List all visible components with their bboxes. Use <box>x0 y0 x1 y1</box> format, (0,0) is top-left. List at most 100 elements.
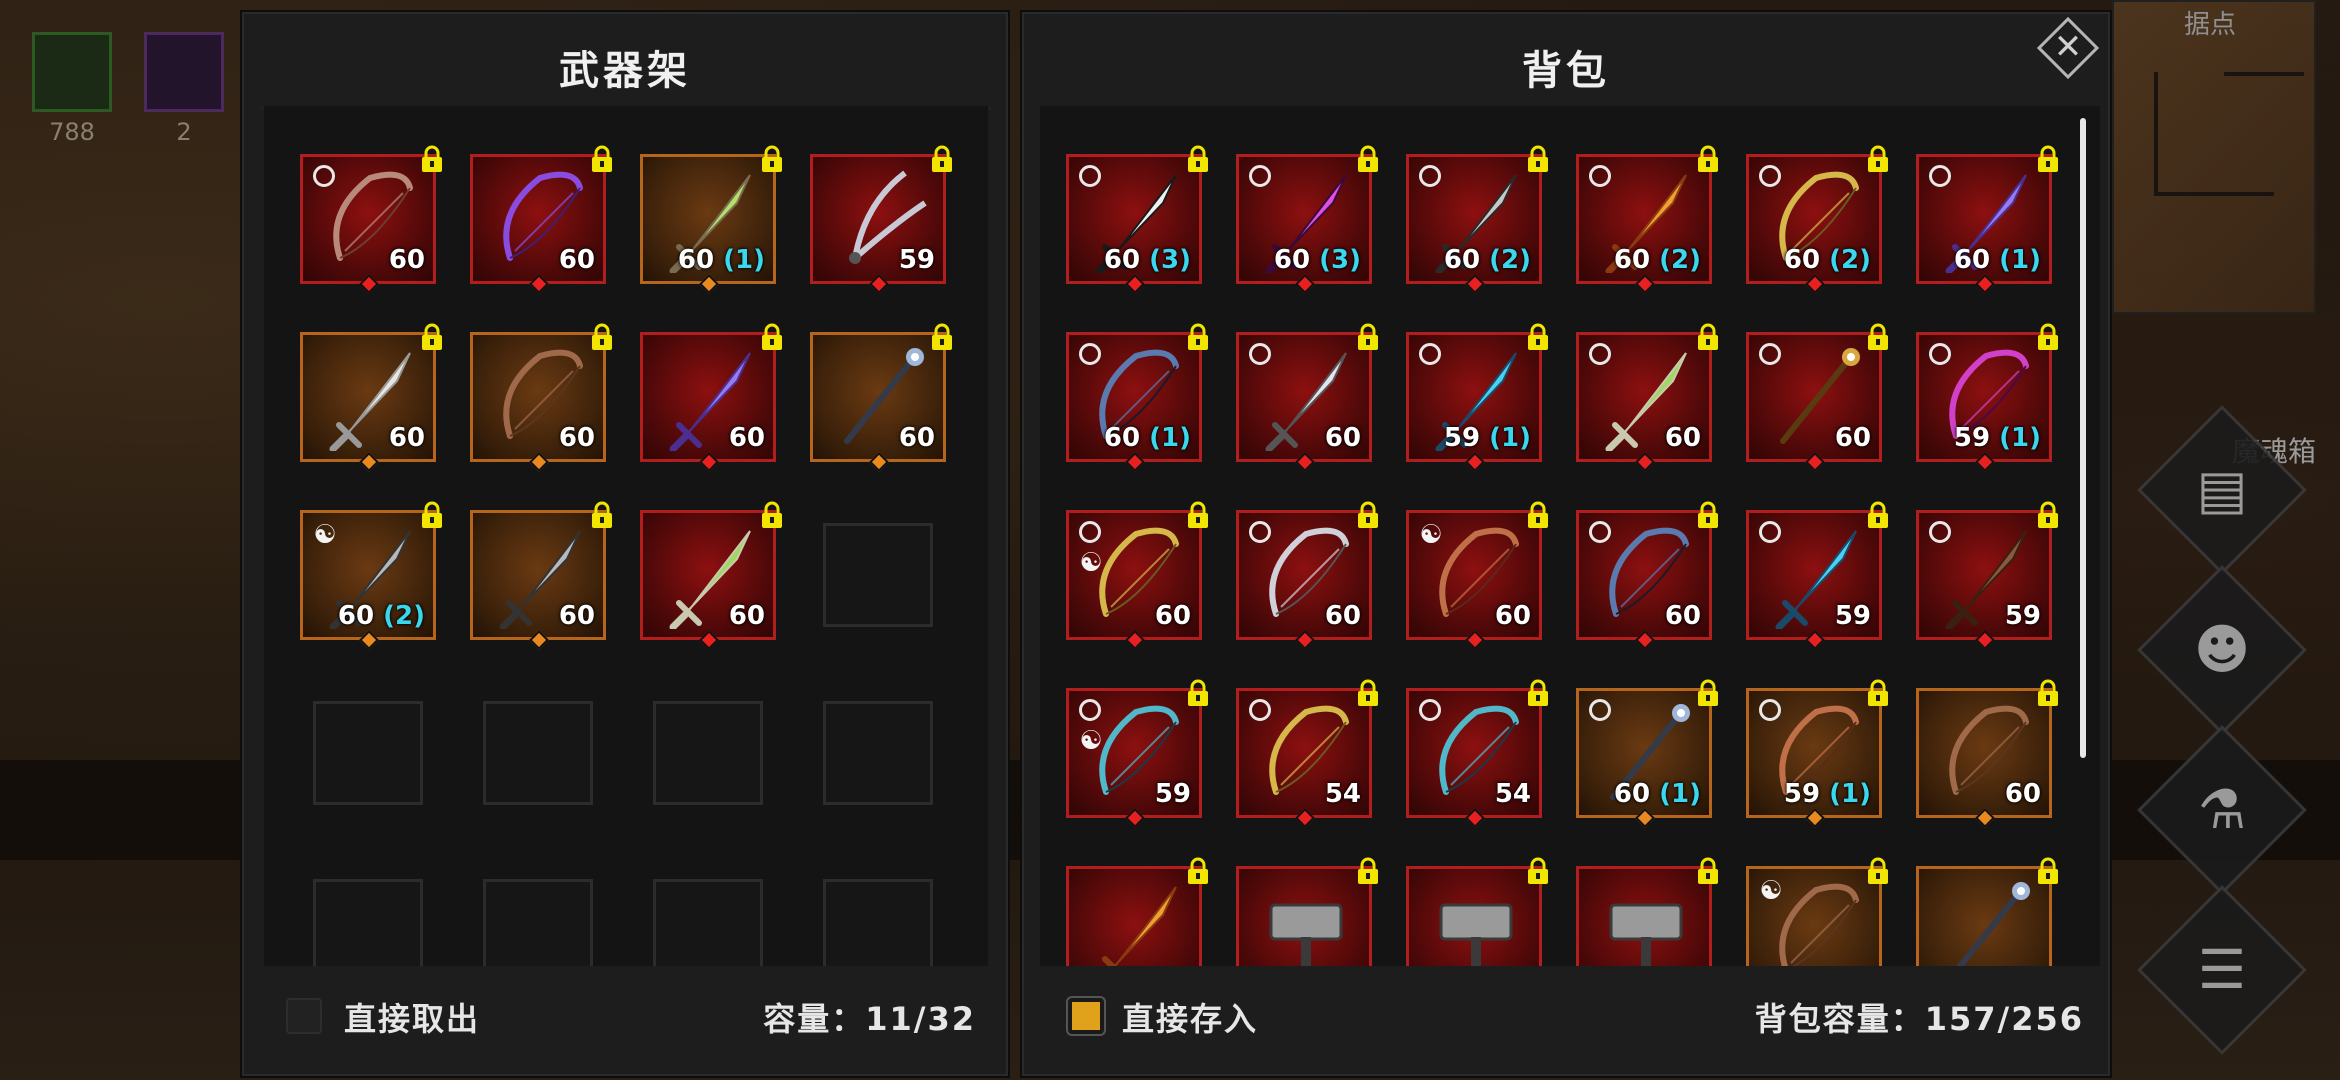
yinyang-icon: ☯ <box>1759 876 1783 906</box>
lock-icon <box>1358 501 1378 528</box>
lock-icon <box>1358 679 1378 706</box>
rack-item-empty-slot[interactable] <box>483 879 593 966</box>
bag-item-slot[interactable]: 59 (1) <box>1916 323 2058 472</box>
bag-item-slot[interactable] <box>1066 857 1208 966</box>
rarity-diamond-icon <box>1295 630 1315 650</box>
bag-item-slot[interactable]: 60 <box>1236 323 1378 472</box>
select-circle-icon[interactable] <box>1589 521 1611 543</box>
rack-item-slot[interactable]: 60 <box>470 501 612 650</box>
select-circle-icon[interactable] <box>1759 343 1781 365</box>
select-circle-icon[interactable] <box>1419 343 1441 365</box>
bag-item-slot[interactable]: 59 (1) <box>1406 323 1548 472</box>
purple-relic-count: 2 <box>176 118 192 146</box>
item-level: 60 <box>2004 779 2041 809</box>
store-checkbox[interactable] <box>1068 998 1104 1034</box>
select-circle-icon[interactable] <box>1249 343 1271 365</box>
select-circle-icon[interactable] <box>1929 165 1951 187</box>
item-level: 60 <box>1324 423 1361 453</box>
rack-item-slot[interactable]: 59 <box>810 145 952 294</box>
bag-item-slot[interactable]: 60 <box>1916 679 2058 828</box>
item-level: 60 (1) <box>1103 423 1191 453</box>
rack-item-empty-slot[interactable] <box>823 879 933 966</box>
bag-item-slot[interactable]: 60 <box>1576 323 1718 472</box>
bag-item-slot[interactable] <box>1406 857 1548 966</box>
bag-item-slot[interactable]: 54 <box>1236 679 1378 828</box>
take-out-checkbox[interactable] <box>286 998 322 1034</box>
rack-item-empty-slot[interactable] <box>483 701 593 805</box>
rack-item-empty-slot[interactable] <box>823 523 933 627</box>
store-label[interactable]: 直接存入 <box>1122 994 1258 1040</box>
rarity-diamond-icon <box>699 452 719 472</box>
rack-item-slot[interactable]: ☯ 60 (2) <box>300 501 442 650</box>
rarity-diamond-icon <box>1125 452 1145 472</box>
select-circle-icon[interactable] <box>1249 699 1271 721</box>
rack-item-empty-slot[interactable] <box>313 879 423 966</box>
bag-item-slot[interactable]: 60 (1) <box>1916 145 2058 294</box>
rack-item-empty-slot[interactable] <box>653 879 763 966</box>
bag-item-slot[interactable]: ☯ 60 <box>1066 501 1208 650</box>
bag-item-slot[interactable]: 59 <box>1746 501 1888 650</box>
select-circle-icon[interactable] <box>1589 343 1611 365</box>
item-level: 60 <box>898 423 935 453</box>
bag-item-slot[interactable] <box>1576 857 1718 966</box>
rack-item-empty-slot[interactable] <box>313 701 423 805</box>
select-circle-icon[interactable] <box>1079 521 1101 543</box>
green-relic-icon[interactable] <box>32 32 112 112</box>
item-level: 59 <box>1834 601 1871 631</box>
bag-item-slot[interactable]: 60 <box>1746 323 1888 472</box>
bag-item-slot[interactable]: ☯ 59 <box>1066 679 1208 828</box>
lock-icon <box>1868 679 1888 706</box>
rack-item-slot[interactable]: 60 <box>640 501 782 650</box>
select-circle-icon[interactable] <box>1929 521 1951 543</box>
select-circle-icon[interactable] <box>1079 165 1101 187</box>
bag-item-slot[interactable] <box>1916 857 2058 966</box>
bag-item-slot[interactable]: 60 (3) <box>1066 145 1208 294</box>
bag-item-slot[interactable]: 60 (2) <box>1406 145 1548 294</box>
bag-item-slot[interactable]: 60 <box>1576 501 1718 650</box>
rack-item-slot[interactable]: 60 <box>810 323 952 472</box>
select-circle-icon[interactable] <box>1419 165 1441 187</box>
bag-item-slot[interactable]: 60 (2) <box>1576 145 1718 294</box>
bag-item-slot[interactable]: 60 (2) <box>1746 145 1888 294</box>
rack-item-slot[interactable]: 60 <box>640 323 782 472</box>
rack-item-empty-slot[interactable] <box>823 701 933 805</box>
bag-item-slot[interactable]: 60 (1) <box>1066 323 1208 472</box>
select-circle-icon[interactable] <box>1759 165 1781 187</box>
purple-relic-icon[interactable] <box>144 32 224 112</box>
select-circle-icon[interactable] <box>1079 699 1101 721</box>
select-circle-icon[interactable] <box>1759 521 1781 543</box>
bag-item-slot[interactable]: ☯ 60 <box>1406 501 1548 650</box>
rack-item-slot[interactable]: 60 <box>470 145 612 294</box>
rack-item-slot[interactable]: 60 (1) <box>640 145 782 294</box>
bag-item-slot[interactable]: 54 <box>1406 679 1548 828</box>
bag-item-slot[interactable]: ☯ <box>1746 857 1888 966</box>
select-circle-icon[interactable] <box>1419 699 1441 721</box>
bag-scrollbar[interactable] <box>2080 118 2086 758</box>
select-circle-icon[interactable] <box>1929 343 1951 365</box>
rack-item-slot[interactable]: 60 <box>300 323 442 472</box>
bag-grid[interactable]: 60 (3) 60 (3) 60 (2) 60 (2) 60 (2) 60 (1… <box>1040 106 2100 966</box>
bag-item-slot[interactable] <box>1236 857 1378 966</box>
bag-item-slot[interactable]: 59 <box>1916 501 2058 650</box>
bag-item-slot[interactable]: 60 (3) <box>1236 145 1378 294</box>
minimap[interactable] <box>2112 0 2316 314</box>
bag-item-slot[interactable]: 59 (1) <box>1746 679 1888 828</box>
select-circle-icon[interactable] <box>1589 165 1611 187</box>
select-circle-icon[interactable] <box>1079 343 1101 365</box>
lock-icon <box>592 323 612 350</box>
select-circle-icon[interactable] <box>1249 165 1271 187</box>
bag-item-slot[interactable]: 60 <box>1236 501 1378 650</box>
bag-item-slot[interactable]: 60 (1) <box>1576 679 1718 828</box>
rarity-diamond-icon <box>1975 452 1995 472</box>
close-icon[interactable]: ✕ <box>2046 22 2090 72</box>
rack-item-slot[interactable]: 60 <box>300 145 442 294</box>
take-out-label[interactable]: 直接取出 <box>344 994 480 1040</box>
select-circle-icon[interactable] <box>313 165 335 187</box>
lock-icon <box>1528 501 1548 528</box>
select-circle-icon[interactable] <box>1249 521 1271 543</box>
rack-item-slot[interactable]: 60 <box>470 323 612 472</box>
rack-item-empty-slot[interactable] <box>653 701 763 805</box>
select-circle-icon[interactable] <box>1589 699 1611 721</box>
select-circle-icon[interactable] <box>1759 699 1781 721</box>
lock-icon <box>2038 323 2058 350</box>
